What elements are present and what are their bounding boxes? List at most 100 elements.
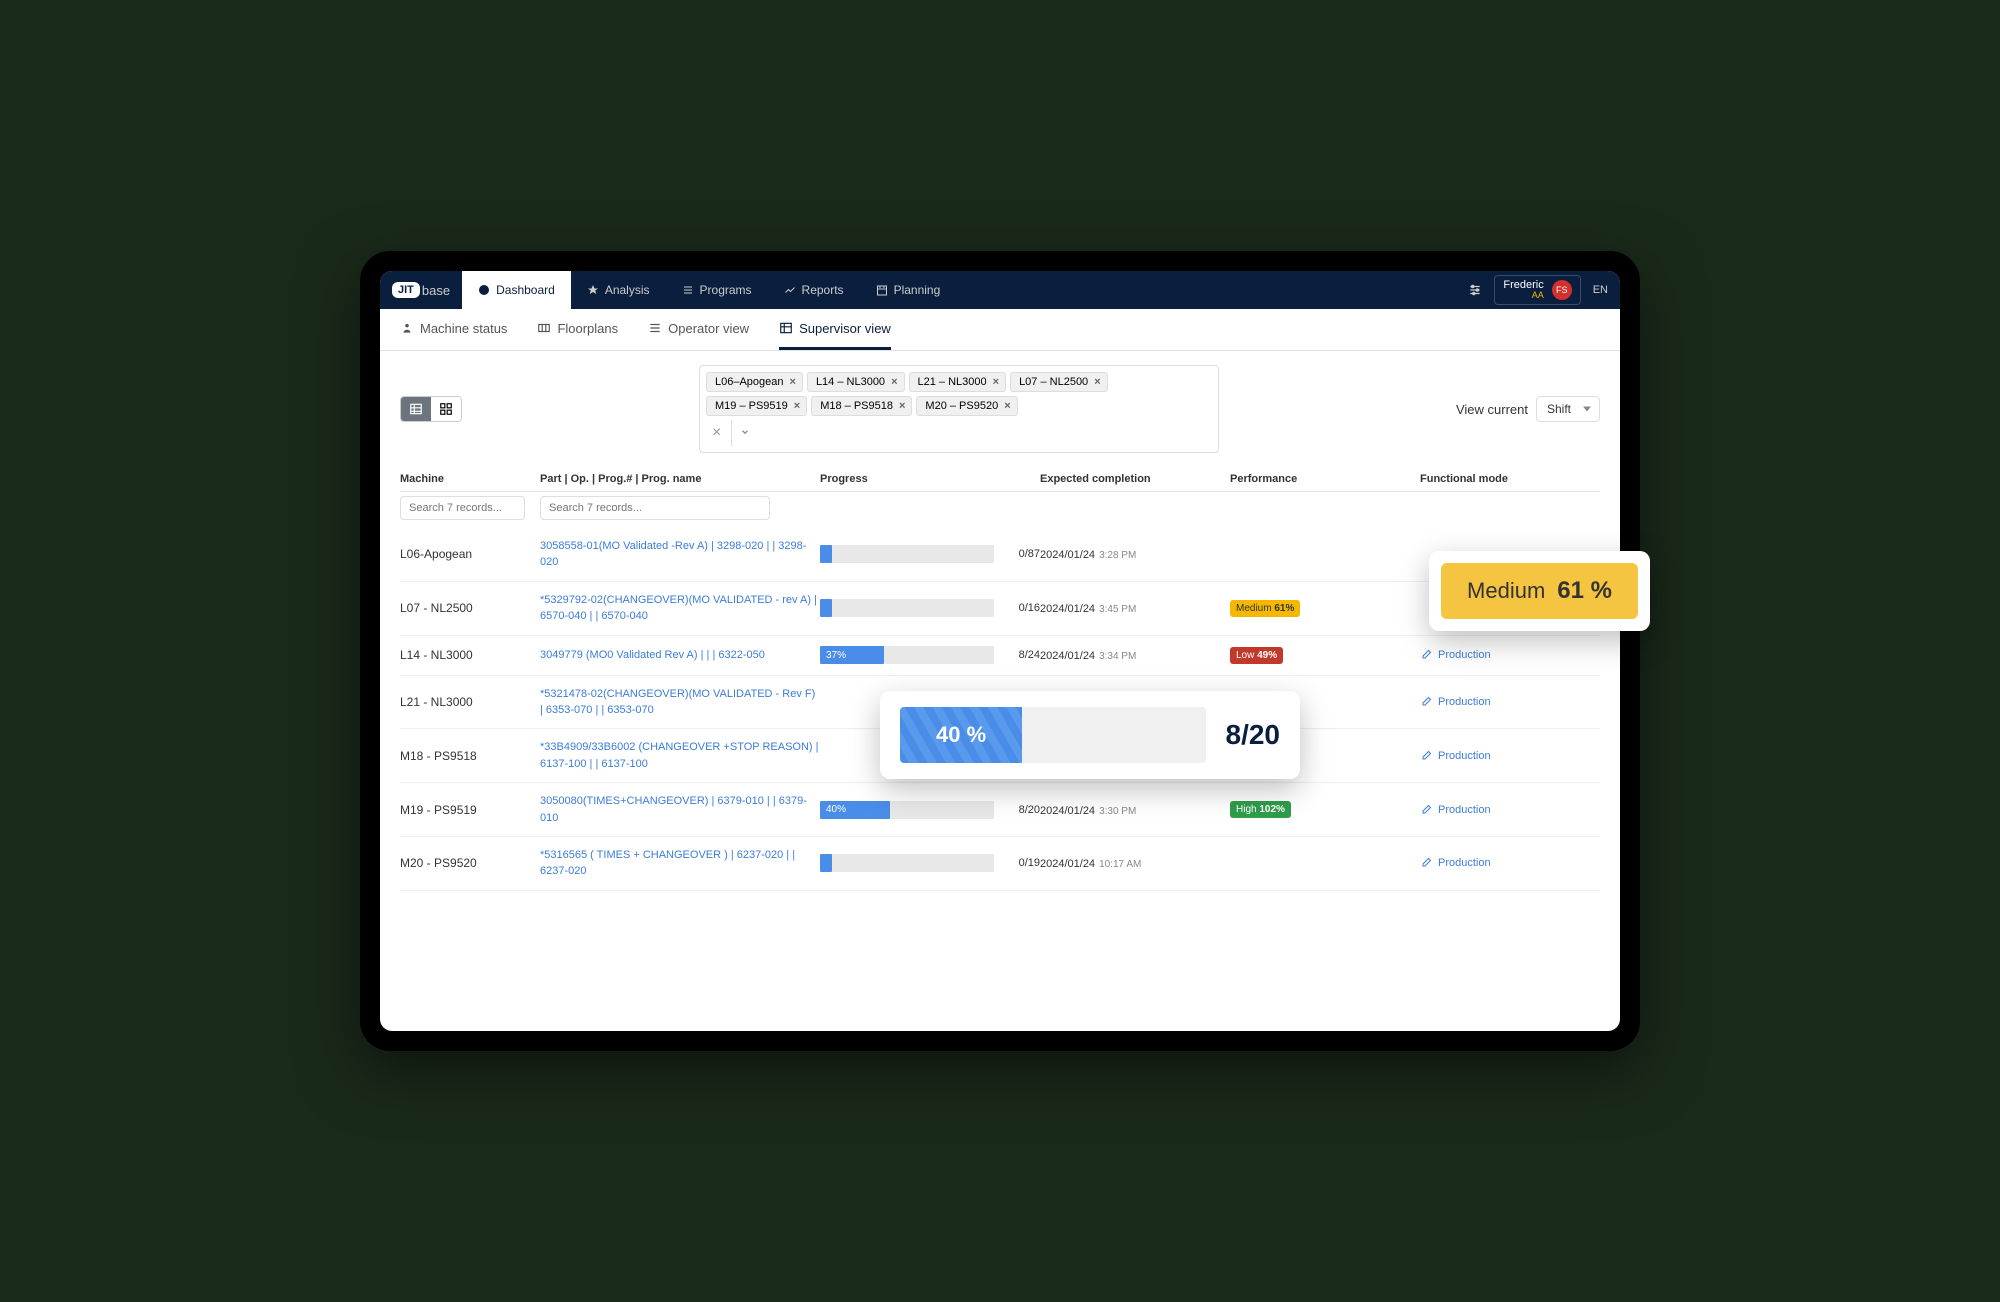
table-header: Machine Part | Op. | Prog.# | Prog. name… [400, 467, 1600, 492]
callout-progress-bar: 40 % [900, 707, 1206, 763]
machine-filter-chips: L06–Apogean×L14 – NL3000×L21 – NL3000×L0… [699, 365, 1219, 453]
machine-name: L21 - NL3000 [400, 695, 473, 709]
chips-dropdown-button[interactable] [731, 420, 758, 446]
settings-icon[interactable] [1468, 283, 1482, 297]
expected-date: 2024/01/24 [1040, 603, 1095, 615]
view-list-button[interactable] [401, 397, 431, 421]
view-current-control: View current Shift [1456, 396, 1600, 422]
chip-remove-button[interactable]: × [899, 400, 905, 412]
chip-remove-button[interactable]: × [1004, 400, 1010, 412]
progress-count: 0/19 [1002, 857, 1040, 869]
table-row: M20 - PS9520 *5316565 ( TIMES + CHANGEOVE… [400, 837, 1600, 891]
part-link[interactable]: *5329792-02(CHANGEOVER)(MO VALIDATED - r… [540, 594, 817, 622]
expected-time: 3:30 PM [1099, 806, 1136, 817]
filter-chip: L07 – NL2500× [1010, 372, 1108, 392]
filter-chip: L21 – NL3000× [909, 372, 1007, 392]
logo-badge: JIT [392, 282, 420, 298]
callout-progress: 40 % 8/20 [880, 691, 1300, 779]
progress-cell: 40%8/20 [820, 801, 1040, 819]
machine-name: L14 - NL3000 [400, 648, 473, 662]
machine-name: M18 - PS9518 [400, 749, 477, 763]
progress-count: 0/87 [1002, 548, 1040, 560]
chip-remove-button[interactable]: × [794, 400, 800, 412]
machine-name: M19 - PS9519 [400, 803, 477, 817]
functional-mode-link[interactable]: Production [1420, 750, 1600, 762]
clear-chips-button[interactable]: × [706, 424, 727, 442]
expected-date: 2024/01/24 [1040, 805, 1095, 817]
progress-count: 8/20 [1002, 804, 1040, 816]
callout-perf-value: 61 % [1557, 577, 1612, 605]
table-row: L07 - NL2500*5329792-02(CHANGEOVER)(MO V… [400, 582, 1600, 636]
functional-mode-link[interactable]: Production [1420, 804, 1600, 816]
data-table: Machine Part | Op. | Prog.# | Prog. name… [380, 467, 1620, 891]
nav-tab-reports[interactable]: Reports [768, 271, 860, 309]
chip-remove-button[interactable]: × [1094, 376, 1100, 388]
callout-progress-count: 8/20 [1226, 719, 1281, 751]
filter-chip: L06–Apogean× [706, 372, 803, 392]
table-row: L06-Apogean 3058558-01(MO Validated -Rev … [400, 528, 1600, 582]
chip-remove-button[interactable]: × [891, 376, 897, 388]
part-link[interactable]: 3049779 (MO0 Validated Rev A) | | | 6322… [540, 649, 765, 661]
nav-tab-planning[interactable]: Planning [860, 271, 957, 309]
expected-date: 2024/01/24 [1040, 650, 1095, 662]
col-expected: Expected completion [1040, 473, 1230, 485]
logo: JIT base [380, 282, 462, 298]
part-link[interactable]: 3058558-01(MO Validated -Rev A) | 3298-0… [540, 540, 806, 568]
filter-chip: L14 – NL3000× [807, 372, 905, 392]
table-row: M19 - PS9519 3050080(TIMES+CHANGEOVER) | … [400, 783, 1600, 837]
progress-cell: 6%0/16 [820, 599, 1040, 617]
filter-chip: M19 – PS9519× [706, 396, 807, 416]
nav-tab-dashboard[interactable]: Dashboard [462, 271, 571, 309]
performance-badge: High 102% [1230, 801, 1291, 818]
progress-cell: 37%8/24 [820, 646, 1040, 664]
expected-date: 2024/01/24 [1040, 549, 1095, 561]
filter-chip: M18 – PS9518× [811, 396, 912, 416]
expected-time: 3:45 PM [1099, 604, 1136, 615]
filter-bar: L06–Apogean×L14 – NL3000×L21 – NL3000×L0… [380, 351, 1620, 467]
part-link[interactable]: *5321478-02(CHANGEOVER)(MO VALIDATED - R… [540, 688, 815, 716]
expected-time: 3:34 PM [1099, 651, 1136, 662]
view-current-select[interactable]: Shift [1536, 396, 1600, 422]
expected-date: 2024/01/24 [1040, 858, 1095, 870]
functional-mode-link[interactable]: Production [1420, 649, 1600, 661]
machine-search-input[interactable] [400, 496, 525, 520]
user-menu[interactable]: Frederic AA FS [1494, 275, 1580, 305]
user-sub: AA [1503, 291, 1543, 301]
part-link[interactable]: 3050080(TIMES+CHANGEOVER) | 6379-010 | |… [540, 795, 807, 823]
view-grid-button[interactable] [431, 397, 461, 421]
nav-tab-analysis[interactable]: Analysis [571, 271, 666, 309]
functional-mode-link[interactable]: Production [1420, 696, 1600, 708]
view-current-label: View current [1456, 402, 1528, 417]
machine-name: L06-Apogean [400, 547, 472, 561]
language-selector[interactable]: EN [1593, 284, 1608, 296]
chip-remove-button[interactable]: × [790, 376, 796, 388]
table-row: L14 - NL3000 3049779 (MO0 Validated Rev A… [400, 636, 1600, 676]
progress-count: 0/16 [1002, 602, 1040, 614]
progress-cell: 1%0/19 [820, 854, 1040, 872]
expected-time: 3:28 PM [1099, 550, 1136, 561]
callout-perf-label: Medium [1467, 578, 1545, 604]
performance-badge: Medium 61% [1230, 600, 1300, 617]
subtab-floorplans[interactable]: Floorplans [537, 309, 618, 350]
part-search-input[interactable] [540, 496, 770, 520]
subtab-machine-status[interactable]: Machine status [400, 309, 507, 350]
subtab-operator-view[interactable]: Operator view [648, 309, 749, 350]
top-navbar: JIT base DashboardAnalysisProgramsReport… [380, 271, 1620, 309]
col-performance: Performance [1230, 473, 1420, 485]
part-link[interactable]: *33B4909/33B6002 (CHANGEOVER +STOP REASO… [540, 741, 819, 769]
performance-badge: Low 49% [1230, 647, 1283, 664]
callout-performance: Medium 61 % [1429, 551, 1650, 631]
expected-time: 10:17 AM [1099, 859, 1141, 870]
functional-mode-link[interactable]: Production [1420, 857, 1600, 869]
col-functional: Functional mode [1420, 473, 1600, 485]
avatar: FS [1552, 280, 1572, 300]
chip-remove-button[interactable]: × [993, 376, 999, 388]
logo-text: base [422, 283, 450, 298]
part-link[interactable]: *5316565 ( TIMES + CHANGEOVER ) | 6237-0… [540, 849, 795, 877]
subtab-supervisor-view[interactable]: Supervisor view [779, 309, 891, 350]
col-progress: Progress [820, 473, 1040, 485]
col-part: Part | Op. | Prog.# | Prog. name [540, 473, 820, 485]
machine-name: M20 - PS9520 [400, 856, 477, 870]
col-machine: Machine [400, 473, 540, 485]
nav-tab-programs[interactable]: Programs [666, 271, 768, 309]
